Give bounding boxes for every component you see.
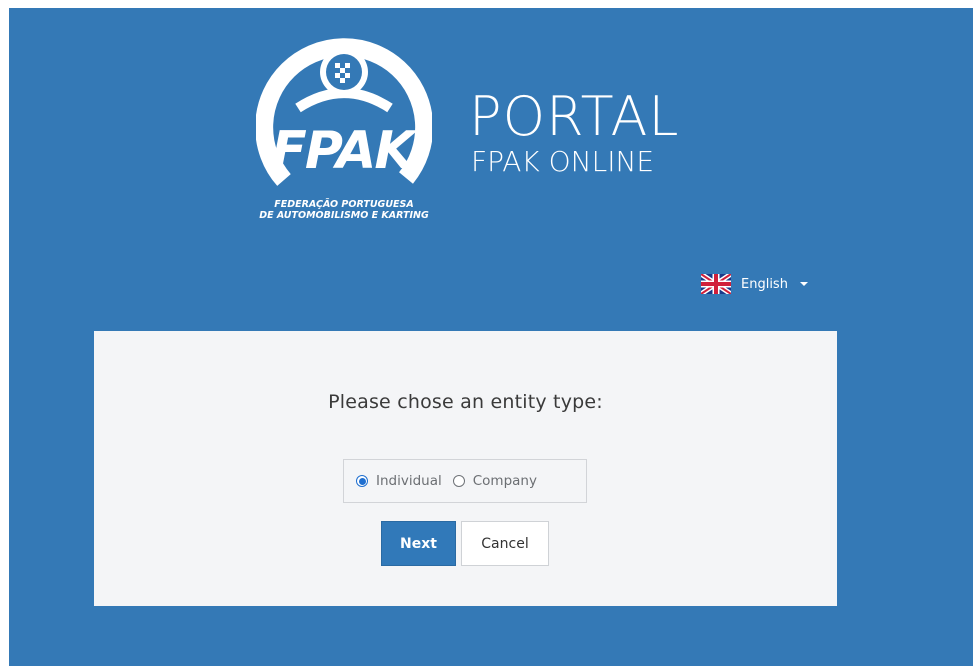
entity-type-question: Please chose an entity type:	[328, 391, 603, 413]
logo-wordmark: FPAK	[271, 121, 418, 181]
next-button[interactable]: Next	[381, 521, 456, 566]
uk-flag-icon	[701, 274, 731, 294]
chevron-down-icon	[799, 282, 808, 286]
entity-type-card: Please chose an entity type: Individual …	[94, 331, 837, 606]
radio-individual[interactable]	[356, 475, 368, 487]
cancel-button[interactable]: Cancel	[461, 521, 549, 566]
page-background: FPAK FEDERAÇÃO PORTUGUESA DE AUTOMOBILIS…	[9, 8, 973, 666]
entity-type-radio-group: Individual Company	[343, 459, 587, 503]
portal-title: PORTAL	[469, 85, 680, 148]
portal-subtitle: FPAK ONLINE	[471, 145, 655, 178]
radio-company[interactable]	[452, 475, 465, 487]
language-selector[interactable]: English	[701, 274, 808, 294]
logo-caption-line1: FEDERAÇÃO PORTUGUESA	[274, 199, 414, 210]
radio-label-individual: Individual	[376, 473, 442, 489]
fpak-logo-emblem: FPAK	[256, 38, 432, 186]
logo-caption: FEDERAÇÃO PORTUGUESA DE AUTOMOBILISMO E …	[256, 199, 432, 221]
fpak-logo: FPAK FEDERAÇÃO PORTUGUESA DE AUTOMOBILIS…	[256, 30, 446, 230]
language-label: English	[741, 276, 788, 292]
radio-option-individual[interactable]: Individual	[356, 473, 442, 489]
radio-label-company: Company	[472, 473, 537, 489]
radio-option-company[interactable]: Company	[452, 473, 537, 489]
logo-caption-line2: DE AUTOMOBILISMO E KARTING	[259, 210, 429, 221]
